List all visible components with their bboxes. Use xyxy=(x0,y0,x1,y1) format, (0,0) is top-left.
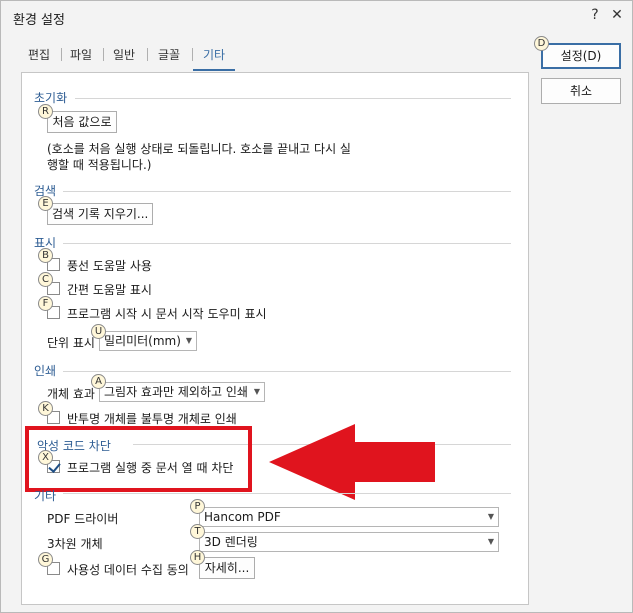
tab-etc[interactable]: 기타 xyxy=(203,46,225,63)
simple-help-key-badge: C xyxy=(38,272,53,287)
chevron-down-icon: ▼ xyxy=(487,537,494,546)
section-divider xyxy=(63,493,511,494)
unit-key-badge: U xyxy=(91,324,106,339)
threed-object-select[interactable]: 3D 렌더링 ▼ xyxy=(199,532,499,552)
reset-description-line2: 행할 때 적용됩니다.) xyxy=(47,158,152,172)
settings-dialog: 환경 설정 ? ✕ 편집 파일 일반 글꼴 기타 D 설정(D) 취소 초기화 … xyxy=(0,0,633,613)
tab-separator xyxy=(192,48,193,61)
threed-object-select-value: 3D 렌더링 xyxy=(204,535,258,549)
details-button[interactable]: 자세히... xyxy=(199,557,255,579)
tab-general[interactable]: 일반 xyxy=(113,46,135,63)
tab-separator xyxy=(103,48,104,61)
details-key-badge: H xyxy=(190,550,205,565)
highlight-arrow xyxy=(269,424,435,500)
chevron-down-icon: ▼ xyxy=(487,512,494,521)
section-divider xyxy=(75,98,511,99)
simple-help-label: 간편 도움말 표시 xyxy=(67,283,152,297)
balloon-help-label: 풍선 도움말 사용 xyxy=(67,259,152,273)
clear-search-history-button[interactable]: 검색 기록 지우기... xyxy=(47,203,153,225)
ok-button[interactable]: 설정(D) xyxy=(541,43,621,69)
help-icon[interactable]: ? xyxy=(587,7,603,23)
chevron-down-icon: ▼ xyxy=(185,336,192,345)
reset-description-line1: (호소를 처음 실행 상태로 되돌립니다. 호소를 끝내고 다시 실 xyxy=(47,142,351,156)
unit-label: 단위 표시 xyxy=(47,336,95,350)
tab-edit[interactable]: 편집 xyxy=(28,46,50,63)
object-effect-select-value: 그림자 효과만 제외하고 인쇄 xyxy=(104,385,248,399)
threed-object-label: 3차원 개체 xyxy=(47,537,103,551)
threed-object-key-badge: T xyxy=(190,524,205,539)
pdf-driver-key-badge: P xyxy=(190,499,205,514)
unit-select-value: 밀리미터(mm) xyxy=(104,334,181,348)
highlight-box xyxy=(25,426,252,492)
usage-data-label: 사용성 데이터 수집 동의 xyxy=(67,563,189,577)
tab-file[interactable]: 파일 xyxy=(70,46,92,63)
chevron-down-icon: ▼ xyxy=(253,387,260,396)
section-title-etc: 기타 xyxy=(34,489,57,503)
semi-transparent-label: 반투명 개체를 불투명 개체로 인쇄 xyxy=(67,412,237,426)
section-divider xyxy=(63,191,511,192)
object-effect-label: 개체 효과 xyxy=(47,387,95,401)
section-title-reset: 초기화 xyxy=(34,91,68,105)
reset-defaults-button[interactable]: 처음 값으로 xyxy=(47,111,117,133)
close-icon[interactable]: ✕ xyxy=(609,7,625,23)
pdf-driver-select-value: Hancom PDF xyxy=(204,510,281,524)
search-key-badge: E xyxy=(38,196,53,211)
arrow-shape xyxy=(269,424,435,500)
start-helper-label: 프로그램 시작 시 문서 시작 도우미 표시 xyxy=(67,307,267,321)
title-bar: 환경 설정 ? ✕ xyxy=(1,1,632,33)
ok-key-badge: D xyxy=(534,36,549,51)
balloon-help-key-badge: B xyxy=(38,248,53,263)
tab-separator xyxy=(61,48,62,61)
object-effect-select[interactable]: 그림자 효과만 제외하고 인쇄 ▼ xyxy=(99,382,265,402)
section-title-print: 인쇄 xyxy=(34,364,57,378)
window-title: 환경 설정 xyxy=(13,13,65,28)
cancel-button[interactable]: 취소 xyxy=(541,78,621,104)
usage-data-key-badge: G xyxy=(38,552,53,567)
pdf-driver-label: PDF 드라이버 xyxy=(47,512,119,526)
semi-transparent-key-badge: K xyxy=(38,401,53,416)
section-divider xyxy=(63,243,511,244)
active-tab-indicator xyxy=(193,69,235,71)
object-effect-key-badge: A xyxy=(91,374,106,389)
tab-font[interactable]: 글꼴 xyxy=(158,46,180,63)
unit-select[interactable]: 밀리미터(mm) ▼ xyxy=(99,331,197,351)
reset-key-badge: R xyxy=(38,104,53,119)
tab-separator xyxy=(147,48,148,61)
pdf-driver-select[interactable]: Hancom PDF ▼ xyxy=(199,507,499,527)
start-helper-key-badge: F xyxy=(38,296,53,311)
section-divider xyxy=(63,371,511,372)
